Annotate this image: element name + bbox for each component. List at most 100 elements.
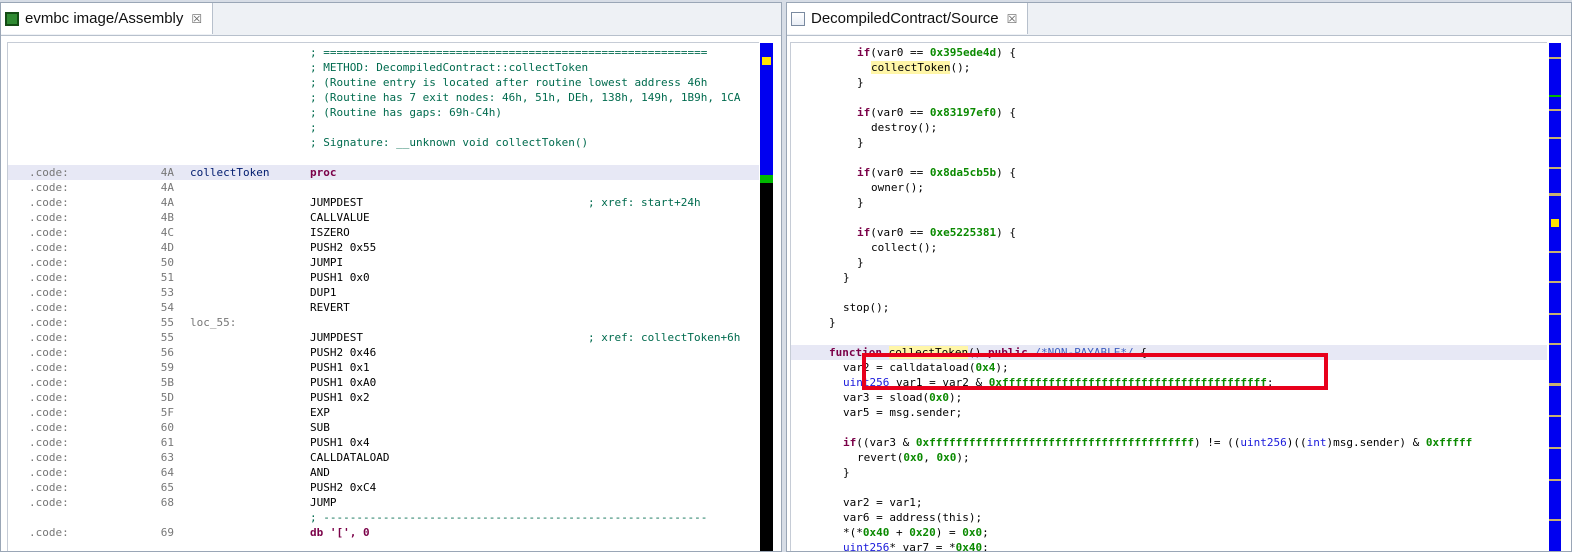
tab-source[interactable]: DecompiledContract/Source ☒ [787, 3, 1029, 34]
code-text: collect(); [871, 241, 938, 254]
code-text: ) { [996, 106, 1016, 119]
source-line[interactable] [791, 210, 1547, 225]
code-text: ; [982, 541, 989, 551]
source-line[interactable] [791, 480, 1547, 495]
code-text: ((var3 & [856, 436, 916, 449]
asm-row[interactable]: .code: 69 db '[', 0 [8, 525, 759, 540]
asm-row[interactable]: .code: 54 REVERT [8, 300, 759, 315]
address: 56 [160, 346, 174, 359]
xref-comment[interactable]: ; xref: collectToken+6h [588, 330, 740, 345]
function-name[interactable]: collectToken [871, 61, 951, 74]
source-line[interactable]: } [791, 75, 1547, 90]
code-text: *(* [843, 526, 863, 539]
source-line[interactable]: var5 = msg.sender; [791, 405, 1547, 420]
segment-label: .code: [29, 331, 69, 344]
address: 61 [160, 436, 174, 449]
tab-assembly[interactable]: evmbc image/Assembly ☒ [1, 3, 214, 34]
asm-row[interactable]: .code: 68 JUMP [8, 495, 759, 510]
source-line[interactable]: var6 = address(this); [791, 510, 1547, 525]
source-line[interactable]: stop(); [791, 300, 1547, 315]
segment-label: .code: [29, 226, 69, 239]
source-line[interactable]: } [791, 315, 1547, 330]
source-line[interactable] [791, 150, 1547, 165]
asm-row[interactable]: .code: 63 CALLDATALOAD [8, 450, 759, 465]
source-line[interactable]: var2 = var1; [791, 495, 1547, 510]
source-line[interactable] [791, 330, 1547, 345]
close-icon[interactable]: ☒ [1007, 12, 1018, 26]
assembly-overview-bar[interactable] [760, 43, 773, 551]
source-line[interactable]: } [791, 195, 1547, 210]
asm-row[interactable]: .code: 4A collectToken proc [8, 165, 759, 180]
code-text: ); [956, 451, 970, 464]
asm-row[interactable]: .code: 5F EXP [8, 405, 759, 420]
asm-row[interactable]: .code: 56 PUSH2 0x46 [8, 345, 759, 360]
code-text: ) { [996, 46, 1016, 59]
asm-row[interactable]: .code: 64 AND [8, 465, 759, 480]
source-line[interactable]: } [791, 255, 1547, 270]
source-line[interactable]: if(var0 == 0x8da5cb5b) { [791, 165, 1547, 180]
asm-row[interactable]: .code: 59 PUSH1 0x1 [8, 360, 759, 375]
assembly-code-area[interactable]: ; ======================================… [7, 42, 759, 551]
source-line[interactable] [791, 420, 1547, 435]
source-line[interactable] [791, 90, 1547, 105]
asm-row[interactable]: .code: 60 SUB [8, 420, 759, 435]
asm-row[interactable]: .code: 4C ISZERO [8, 225, 759, 240]
source-line[interactable]: collect(); [791, 240, 1547, 255]
source-line[interactable]: if(var0 == 0xe5225381) { [791, 225, 1547, 240]
asm-row[interactable]: .code: 51 PUSH1 0x0 [8, 270, 759, 285]
segment-label: .code: [29, 466, 69, 479]
code-text: ) { [996, 226, 1016, 239]
code-text: ) { [996, 166, 1016, 179]
address: 68 [160, 496, 174, 509]
asm-row[interactable]: .code: 55 loc_55: [8, 315, 759, 330]
asm-row[interactable]: .code: 53 DUP1 [8, 285, 759, 300]
segment-label: .code: [29, 421, 69, 434]
segment-label: .code: [29, 181, 69, 194]
xref-comment[interactable]: ; xref: start+24h [588, 195, 701, 210]
instruction: db '[', 0 [310, 526, 370, 539]
source-line[interactable]: var3 = sload(0x0); [791, 390, 1547, 405]
asm-row[interactable]: .code: 4B CALLVALUE [8, 210, 759, 225]
address: 4C [160, 226, 174, 239]
source-code-area[interactable]: if(var0 == 0x395ede4d) {collectToken();}… [790, 42, 1547, 551]
close-icon[interactable]: ☒ [191, 12, 202, 26]
instruction: JUMPI [310, 256, 344, 269]
asm-row[interactable]: .code: 5D PUSH1 0x2 [8, 390, 759, 405]
source-line[interactable]: if((var3 & 0xfffffffffffffffffffffffffff… [791, 435, 1547, 450]
code-text: + [889, 526, 910, 539]
source-overview-bar[interactable] [1549, 43, 1561, 551]
number-literal: 0x0 [903, 451, 924, 464]
source-line[interactable]: uint256* var7 = *0x40; [791, 540, 1547, 551]
asm-row[interactable]: .code: 5B PUSH1 0xA0 [8, 375, 759, 390]
header-comment: ; [310, 121, 317, 134]
source-line[interactable]: } [791, 135, 1547, 150]
instruction: PUSH1 0x0 [310, 271, 370, 284]
asm-row[interactable]: .code: 55 JUMPDEST ; xref: collectToken+6h [8, 330, 759, 345]
source-line[interactable]: } [791, 270, 1547, 285]
asm-row[interactable]: .code: 61 PUSH1 0x4 [8, 435, 759, 450]
asm-row[interactable]: .code: 4A JUMPDEST ; xref: start+24h [8, 195, 759, 210]
address: 5F [160, 406, 174, 419]
code-text: (var0 == [870, 166, 930, 179]
source-line[interactable]: revert(0x0, 0x0); [791, 450, 1547, 465]
asm-row[interactable]: .code: 65 PUSH2 0xC4 [8, 480, 759, 495]
type-name: int [1306, 436, 1327, 449]
code-text: owner(); [871, 181, 924, 194]
source-line[interactable] [791, 285, 1547, 300]
asm-row[interactable]: .code: 4A [8, 180, 759, 195]
source-view: DecompiledContract/Source ☒ if(var0 == 0… [786, 2, 1572, 552]
segment-label: .code: [29, 166, 69, 179]
source-line[interactable]: if(var0 == 0x395ede4d) { [791, 45, 1547, 60]
type-name: uint256 [1240, 436, 1287, 449]
asm-row[interactable]: .code: 50 JUMPI [8, 255, 759, 270]
source-line[interactable]: if(var0 == 0x83197ef0) { [791, 105, 1547, 120]
keyword: if [857, 106, 871, 119]
source-line[interactable]: destroy(); [791, 120, 1547, 135]
source-line[interactable]: collectToken(); [791, 60, 1547, 75]
segment-label: .code: [29, 481, 69, 494]
source-line[interactable]: } [791, 465, 1547, 480]
asm-row[interactable]: .code: 4D PUSH2 0x55 [8, 240, 759, 255]
address: 69 [160, 526, 174, 539]
source-line[interactable]: *(*0x40 + 0x20) = 0x0; [791, 525, 1547, 540]
source-line[interactable]: owner(); [791, 180, 1547, 195]
